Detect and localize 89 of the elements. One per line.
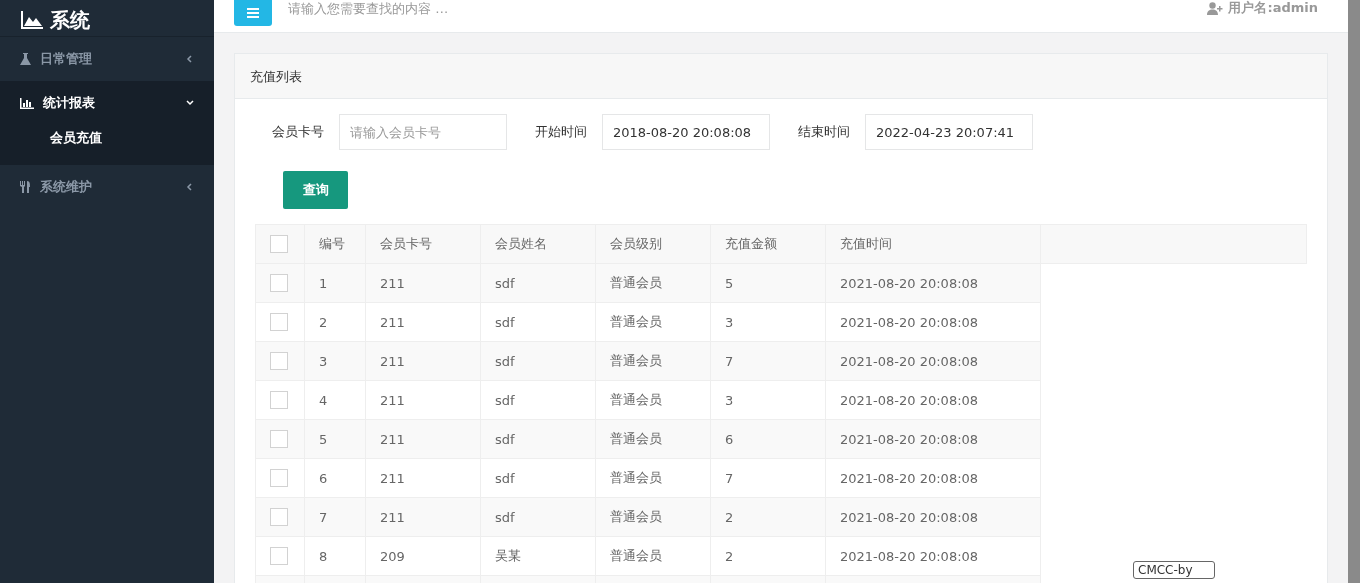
- sidebar-item[interactable]: 日常管理: [0, 37, 214, 81]
- chevron-left-icon: [186, 55, 194, 63]
- table-cell: 5: [710, 263, 826, 303]
- table-cell: 211: [365, 380, 481, 420]
- table-cell: 普通会员: [595, 458, 711, 498]
- column-header: 充值时间: [825, 224, 1041, 264]
- table-cell: 7: [710, 458, 826, 498]
- filter-label: 会员卡号: [272, 123, 324, 141]
- table-cell: 3: [304, 341, 366, 381]
- checkbox[interactable]: [270, 313, 288, 331]
- input-field[interactable]: 请输入会员卡号: [339, 114, 507, 150]
- table-cell: 普通会员: [595, 536, 711, 576]
- username-label: 用户名:admin: [1228, 0, 1318, 17]
- column-header: 会员级别: [595, 224, 711, 264]
- scrollbar[interactable]: [1348, 0, 1360, 583]
- table-cell: 8: [304, 536, 366, 576]
- table-cell: 2021-08-20 20:08:08: [825, 263, 1041, 303]
- table-cell: 211: [365, 263, 481, 303]
- filter-label: 结束时间: [798, 123, 850, 141]
- table-cell: 2021-08-20 20:08:08: [825, 458, 1041, 498]
- table-cell: 普通会员: [595, 380, 711, 420]
- sidebar-item[interactable]: 系统维护: [0, 165, 214, 209]
- table-cell: 普通会员: [595, 263, 711, 303]
- panel-title: 充值列表: [235, 54, 1327, 99]
- sidebar-item[interactable]: 统计报表: [0, 81, 214, 125]
- table-cell: 普通会员: [595, 341, 711, 381]
- table-cell: 2021-08-20 20:08:08: [825, 302, 1041, 342]
- menu-icon: [247, 8, 259, 18]
- checkbox[interactable]: [270, 274, 288, 292]
- table-cell: 211: [365, 458, 481, 498]
- table-cell: sdf: [480, 341, 596, 381]
- column-header: 会员卡号: [365, 224, 481, 264]
- mountain-chart-icon: [20, 10, 44, 30]
- checkbox[interactable]: [270, 235, 288, 253]
- chevron-left-icon: [186, 183, 194, 191]
- table-cell: 5: [304, 419, 366, 459]
- filter-label: 开始时间: [535, 123, 587, 141]
- user-add-icon: [1207, 1, 1224, 15]
- table-cell: 1: [304, 263, 366, 303]
- tooltip: CMCC-by: [1133, 561, 1215, 579]
- table-cell: sdf: [480, 263, 596, 303]
- table-cell: 2: [304, 302, 366, 342]
- input-field[interactable]: 2018-08-20 20:08:08: [602, 114, 770, 150]
- table-cell: 6: [710, 419, 826, 459]
- flask-icon: [20, 53, 31, 65]
- table-cell: 2021-08-20 20:08:08: [825, 380, 1041, 420]
- table-cell: 2021-08-20 20:08:08: [825, 536, 1041, 576]
- column-header: 充值金额: [710, 224, 826, 264]
- table-cell: sdf: [480, 458, 596, 498]
- table-cell: 7: [710, 341, 826, 381]
- table-cell: 209: [365, 536, 481, 576]
- table-cell: 211: [365, 302, 481, 342]
- table-cell: 2021-08-20 20:08:08: [825, 419, 1041, 459]
- table-cell: sdf: [480, 302, 596, 342]
- table-cell: sdf: [480, 497, 596, 537]
- table-cell: 7: [304, 497, 366, 537]
- table-cell: 2021-08-20 20:08:08: [825, 341, 1041, 381]
- table-cell: 211: [365, 341, 481, 381]
- table-cell: 211: [365, 419, 481, 459]
- checkbox[interactable]: [270, 430, 288, 448]
- input-field[interactable]: 2022-04-23 20:07:41: [865, 114, 1033, 150]
- table-cell: 吴某: [480, 536, 596, 576]
- checkbox[interactable]: [270, 352, 288, 370]
- column-header: 编号: [304, 224, 366, 264]
- checkbox[interactable]: [270, 469, 288, 487]
- checkbox[interactable]: [270, 508, 288, 526]
- table-cell: 2: [710, 536, 826, 576]
- table-cell: sdf: [480, 380, 596, 420]
- table-cell: 普通会员: [595, 302, 711, 342]
- table-cell: 6: [304, 458, 366, 498]
- column-header: 会员姓名: [480, 224, 596, 264]
- table-cell: 4: [304, 380, 366, 420]
- table-cell: 2021-08-20 20:08:08: [825, 497, 1041, 537]
- search-field[interactable]: 请输入您需要查找的内容 …: [288, 0, 688, 16]
- table-cell: 3: [710, 380, 826, 420]
- table-cell: 普通会员: [595, 419, 711, 459]
- chevron-down-icon: [186, 99, 194, 107]
- table-cell: 3: [710, 302, 826, 342]
- checkbox[interactable]: [270, 391, 288, 409]
- logo-text: 系统: [50, 10, 90, 30]
- menu-button[interactable]: [234, 0, 272, 26]
- cutlery-icon: [20, 181, 31, 193]
- table-cell: 2: [710, 497, 826, 537]
- table-cell: 普通会员: [595, 497, 711, 537]
- query-button[interactable]: 查询: [283, 171, 348, 209]
- table-cell: 211: [365, 497, 481, 537]
- checkbox[interactable]: [270, 547, 288, 565]
- table-cell: sdf: [480, 419, 596, 459]
- bar-chart-icon: [20, 97, 34, 109]
